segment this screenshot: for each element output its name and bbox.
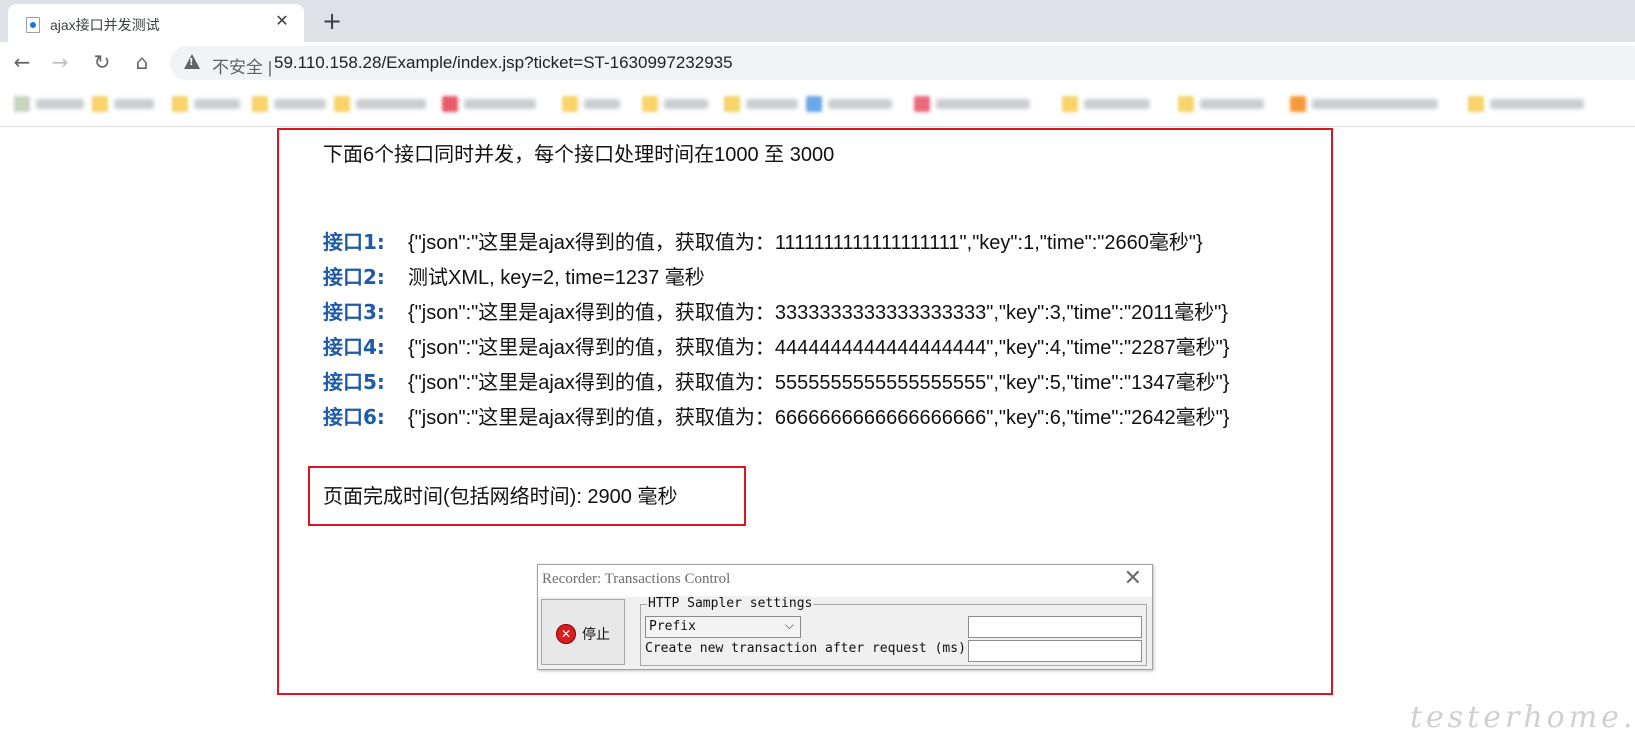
- api-value: {"json":"这里是ajax得到的值，获取值为：33333333333333…: [408, 302, 1228, 324]
- watermark-text: testerhome.com: [1410, 700, 1635, 735]
- prefix-select-value: Prefix: [649, 619, 696, 634]
- bookmark-icon: [442, 96, 458, 112]
- folder-icon: [562, 96, 578, 112]
- bookmarks-bar: [0, 82, 1635, 127]
- http-sampler-settings-group: HTTP Sampler settings Prefix ⌵ Create ne…: [640, 596, 1147, 666]
- stop-button[interactable]: ✕ 停止: [541, 599, 625, 665]
- folder-icon: [334, 96, 350, 112]
- bookmark-icon: [806, 96, 822, 112]
- folder-icon: [1062, 96, 1078, 112]
- warning-icon[interactable]: [184, 54, 200, 69]
- group-legend: HTTP Sampler settings: [647, 596, 814, 611]
- chevron-down-icon: ⌵: [784, 618, 794, 632]
- prefix-text-input[interactable]: [968, 616, 1142, 638]
- new-tab-button[interactable]: +: [318, 8, 346, 36]
- folder-icon: [252, 96, 268, 112]
- api-label: 接口4:: [323, 335, 385, 359]
- recorder-dialog: Recorder: Transactions Control ✕ ✕ 停止 HT…: [537, 564, 1153, 670]
- api-label: 接口5:: [323, 370, 385, 394]
- bookmark-icon: [14, 96, 30, 112]
- forward-button[interactable]: →: [46, 48, 74, 76]
- bookmark-icon: [1290, 96, 1306, 112]
- folder-icon: [1468, 96, 1484, 112]
- completion-time-text: 页面完成时间(包括网络时间): 2900 毫秒: [323, 486, 678, 508]
- api-label: 接口2:: [323, 265, 385, 289]
- api-value: {"json":"这里是ajax得到的值，获取值为：44444444444444…: [408, 337, 1230, 359]
- close-icon[interactable]: ✕: [1124, 568, 1142, 590]
- api-value: 测试XML, key=2, time=1237 毫秒: [408, 267, 705, 289]
- dialog-body: ✕ 停止 HTTP Sampler settings Prefix ⌵ Crea…: [538, 596, 1152, 669]
- url-text[interactable]: 59.110.158.28/Example/index.jsp?ticket=S…: [274, 53, 733, 73]
- tab-title: ajax接口并发测试: [50, 17, 160, 33]
- intro-text: 下面6个接口同时并发，每个接口处理时间在1000 至 3000: [323, 144, 835, 166]
- home-button[interactable]: ⌂: [128, 48, 156, 76]
- api-label: 接口3:: [323, 300, 385, 324]
- active-tab[interactable]: ajax接口并发测试 ✕: [8, 4, 304, 42]
- address-bar[interactable]: 不安全 | 59.110.158.28/Example/index.jsp?ti…: [170, 46, 1635, 80]
- reload-button[interactable]: ↻: [88, 48, 116, 76]
- folder-icon: [172, 96, 188, 112]
- folder-icon: [92, 96, 108, 112]
- prefix-select[interactable]: Prefix ⌵: [645, 616, 801, 638]
- api-value: {"json":"这里是ajax得到的值，获取值为：11111111111111…: [408, 232, 1203, 254]
- folder-icon: [724, 96, 740, 112]
- page-favicon-icon: [26, 17, 40, 33]
- folder-icon: [1178, 96, 1194, 112]
- transaction-ms-input[interactable]: [968, 640, 1142, 662]
- back-button[interactable]: ←: [8, 48, 36, 76]
- create-transaction-label: Create new transaction after request (ms…: [645, 641, 974, 656]
- stop-label: 停止: [582, 627, 610, 643]
- tab-strip: ajax接口并发测试 ✕ +: [0, 0, 1635, 42]
- api-label: 接口1:: [323, 230, 385, 254]
- api-value: {"json":"这里是ajax得到的值，获取值为：55555555555555…: [408, 372, 1230, 394]
- api-value: {"json":"这里是ajax得到的值，获取值为：66666666666666…: [408, 407, 1230, 429]
- bookmark-icon: [914, 96, 930, 112]
- folder-icon: [642, 96, 658, 112]
- stop-icon: ✕: [556, 624, 576, 644]
- dialog-title: Recorder: Transactions Control: [542, 571, 731, 587]
- tab-close-icon[interactable]: ✕: [272, 11, 292, 31]
- api-label: 接口6:: [323, 405, 385, 429]
- browser-toolbar: ← → ↻ ⌂ 不安全 | 59.110.158.28/Example/inde…: [0, 42, 1635, 82]
- security-label[interactable]: 不安全 |: [212, 53, 272, 78]
